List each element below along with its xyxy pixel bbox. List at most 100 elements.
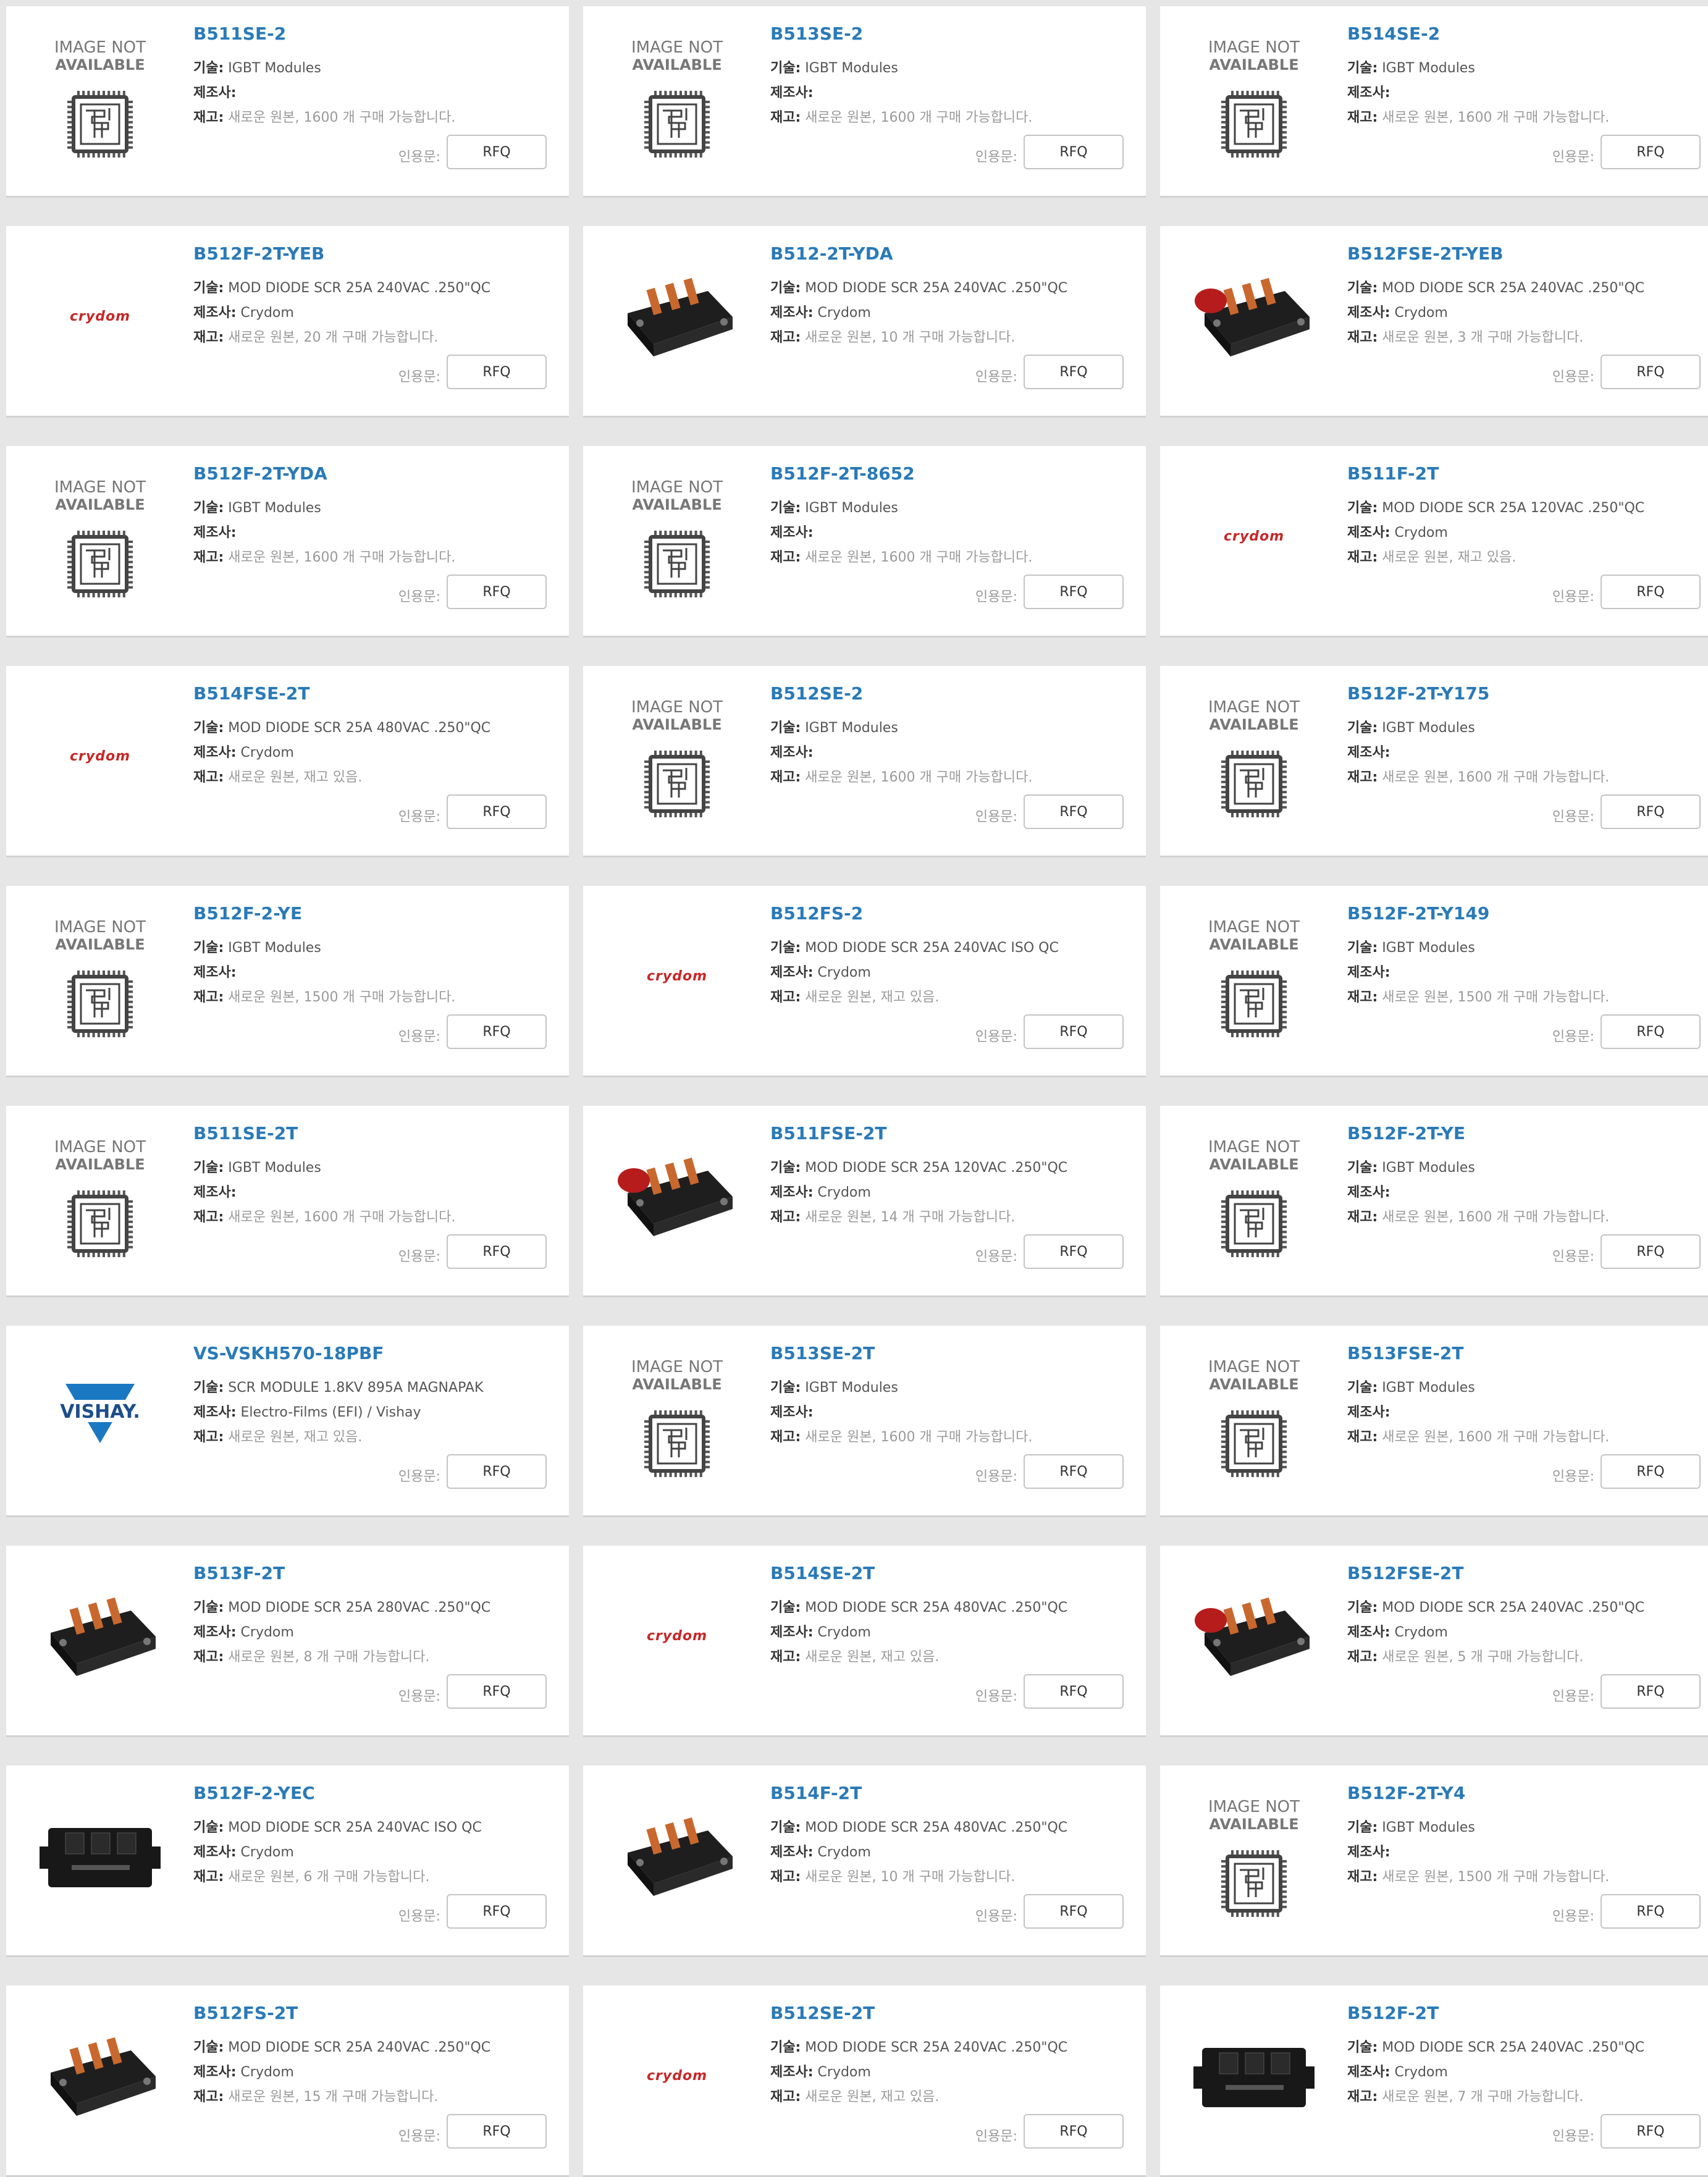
part-number-link[interactable]: B514FSE-2T — [193, 683, 309, 704]
scr-module-photo — [618, 1157, 733, 1236]
chip-icon: IMAGE NOT AVAILABLE — [1208, 1138, 1300, 1257]
product-card: VISHAY. VS-VSKH570-18PBF 기술: SCR MODULE … — [6, 1326, 569, 1517]
rfq-button[interactable]: RFQ — [447, 1674, 547, 1709]
rfq-button[interactable]: RFQ — [1024, 2114, 1124, 2149]
product-image[interactable]: IMAGE NOT AVAILABLE — [608, 688, 746, 824]
rfq-button[interactable]: RFQ — [1024, 575, 1124, 609]
quote-label: 인용문: — [1552, 2129, 1594, 2144]
rfq-button[interactable]: RFQ — [447, 2114, 547, 2149]
rfq-button[interactable]: RFQ — [1601, 575, 1701, 609]
part-number-link[interactable]: B512F-2T-8652 — [770, 463, 915, 484]
part-number-link[interactable]: B512F-2T-Y175 — [1347, 683, 1489, 704]
part-number-link[interactable]: B512F-2T-Y4 — [1347, 1783, 1465, 1803]
rfq-button[interactable]: RFQ — [1024, 1454, 1124, 1489]
product-image[interactable] — [608, 248, 746, 384]
part-number-link[interactable]: B513SE-2 — [770, 23, 863, 44]
part-number-link[interactable]: B512FSE-2T-YEB — [1347, 243, 1504, 264]
part-number-link[interactable]: B512-2T-YDA — [770, 243, 893, 264]
part-number-link[interactable]: B514F-2T — [770, 1783, 862, 1803]
product-image[interactable]: IMAGE NOT AVAILABLE — [608, 468, 746, 604]
na-text-2: AVAILABLE — [1209, 716, 1298, 733]
part-number-link[interactable]: B511SE-2T — [193, 1123, 298, 1143]
rfq-button[interactable]: RFQ — [447, 135, 547, 169]
product-image[interactable]: IMAGE NOT AVAILABLE — [31, 1128, 169, 1264]
rfq-button[interactable]: RFQ — [1024, 135, 1124, 169]
rfq-button[interactable]: RFQ — [1024, 1894, 1124, 1929]
rfq-button[interactable]: RFQ — [1601, 1894, 1701, 1929]
rfq-button[interactable]: RFQ — [1024, 1014, 1124, 1049]
mfr-label: 제조사: — [1347, 525, 1390, 541]
product-image[interactable]: IMAGE NOT AVAILABLE — [1185, 688, 1323, 824]
product-image[interactable]: IMAGE NOT AVAILABLE — [1185, 1788, 1323, 1924]
part-number-link[interactable]: B512SE-2T — [770, 2003, 875, 2023]
part-number-link[interactable]: B512F-2T — [1347, 2003, 1439, 2023]
product-image[interactable] — [31, 1788, 169, 1924]
rfq-button[interactable]: RFQ — [1601, 1454, 1701, 1489]
product-image[interactable]: IMAGE NOT AVAILABLE — [31, 908, 169, 1044]
rfq-button[interactable]: RFQ — [1024, 355, 1124, 389]
product-image[interactable] — [608, 1128, 746, 1264]
part-number-link[interactable]: B512F-2-YEC — [193, 1783, 315, 1803]
stock-row: 재고: 새로운 원본, 6 개 구매 가능합니다. — [193, 1869, 429, 1886]
part-number-link[interactable]: B512F-2T-YE — [1347, 1123, 1465, 1143]
rfq-button[interactable]: RFQ — [447, 794, 547, 829]
rfq-button[interactable]: RFQ — [1601, 355, 1701, 389]
rfq-button[interactable]: RFQ — [447, 355, 547, 389]
rfq-button[interactable]: RFQ — [1601, 2114, 1701, 2149]
part-number-link[interactable]: B511F-2T — [1347, 463, 1439, 484]
part-number-link[interactable]: B514SE-2 — [1347, 23, 1440, 44]
rfq-button[interactable]: RFQ — [447, 1014, 547, 1049]
product-image[interactable]: IMAGE NOT AVAILABLE — [1185, 1128, 1323, 1264]
product-image[interactable]: crydom — [31, 248, 169, 384]
product-image[interactable] — [31, 1568, 169, 1704]
part-number-link[interactable]: B513FSE-2T — [1347, 1343, 1463, 1363]
product-image[interactable] — [1185, 248, 1323, 384]
rfq-button[interactable]: RFQ — [447, 1234, 547, 1269]
rfq-button[interactable]: RFQ — [1024, 794, 1124, 829]
product-image[interactable] — [1185, 2008, 1323, 2144]
product-image[interactable] — [31, 2008, 169, 2144]
part-number-link[interactable]: B512FS-2 — [770, 903, 863, 924]
product-image[interactable]: crydom — [1185, 468, 1323, 604]
part-number-link[interactable]: B514SE-2T — [770, 1563, 875, 1583]
rfq-button[interactable]: RFQ — [1024, 1674, 1124, 1709]
rfq-button[interactable]: RFQ — [447, 1894, 547, 1929]
part-number-link[interactable]: B512F-2-YE — [193, 903, 302, 924]
product-image[interactable]: crydom — [608, 908, 746, 1044]
tech-label: 기술: — [770, 1820, 801, 1835]
part-number-link[interactable]: B511SE-2 — [193, 23, 286, 44]
part-number-link[interactable]: B512SE-2 — [770, 683, 863, 704]
part-number-link[interactable]: VS-VSKH570-18PBF — [193, 1343, 384, 1363]
product-image[interactable]: IMAGE NOT AVAILABLE — [1185, 28, 1323, 164]
part-number-link[interactable]: B511FSE-2T — [770, 1123, 886, 1143]
part-number-link[interactable]: B512F-2T-Y149 — [1347, 903, 1489, 924]
product-image[interactable]: VISHAY. — [31, 1348, 169, 1484]
mfr-label: 제조사: — [1347, 1845, 1390, 1860]
rfq-button[interactable]: RFQ — [447, 1454, 547, 1489]
rfq-button[interactable]: RFQ — [1601, 1234, 1701, 1269]
part-number-link[interactable]: B512FSE-2T — [1347, 1563, 1463, 1583]
part-number-link[interactable]: B512F-2T-YDA — [193, 463, 327, 484]
part-number-link[interactable]: B512F-2T-YEB — [193, 243, 324, 264]
product-image[interactable]: IMAGE NOT AVAILABLE — [1185, 1348, 1323, 1484]
rfq-button[interactable]: RFQ — [1024, 1234, 1124, 1269]
product-image[interactable] — [1185, 1568, 1323, 1704]
product-image[interactable]: IMAGE NOT AVAILABLE — [608, 1348, 746, 1484]
rfq-button[interactable]: RFQ — [1601, 1674, 1701, 1709]
product-image[interactable]: IMAGE NOT AVAILABLE — [31, 468, 169, 604]
product-image[interactable]: IMAGE NOT AVAILABLE — [31, 28, 169, 164]
product-image[interactable]: crydom — [608, 1568, 746, 1704]
product-image[interactable]: crydom — [608, 2008, 746, 2144]
rfq-button[interactable]: RFQ — [1601, 135, 1701, 169]
product-image[interactable]: crydom — [31, 688, 169, 824]
product-image[interactable] — [608, 1788, 746, 1924]
part-number-link[interactable]: B512FS-2T — [193, 2003, 298, 2023]
product-image[interactable]: IMAGE NOT AVAILABLE — [1185, 908, 1323, 1044]
part-number-link[interactable]: B513SE-2T — [770, 1343, 875, 1363]
rfq-button[interactable]: RFQ — [1601, 794, 1701, 829]
rfq-button[interactable]: RFQ — [447, 575, 547, 609]
product-image[interactable]: IMAGE NOT AVAILABLE — [608, 28, 746, 164]
rfq-button[interactable]: RFQ — [1601, 1014, 1701, 1049]
stock-label: 재고: — [1347, 1869, 1378, 1885]
part-number-link[interactable]: B513F-2T — [193, 1563, 285, 1583]
